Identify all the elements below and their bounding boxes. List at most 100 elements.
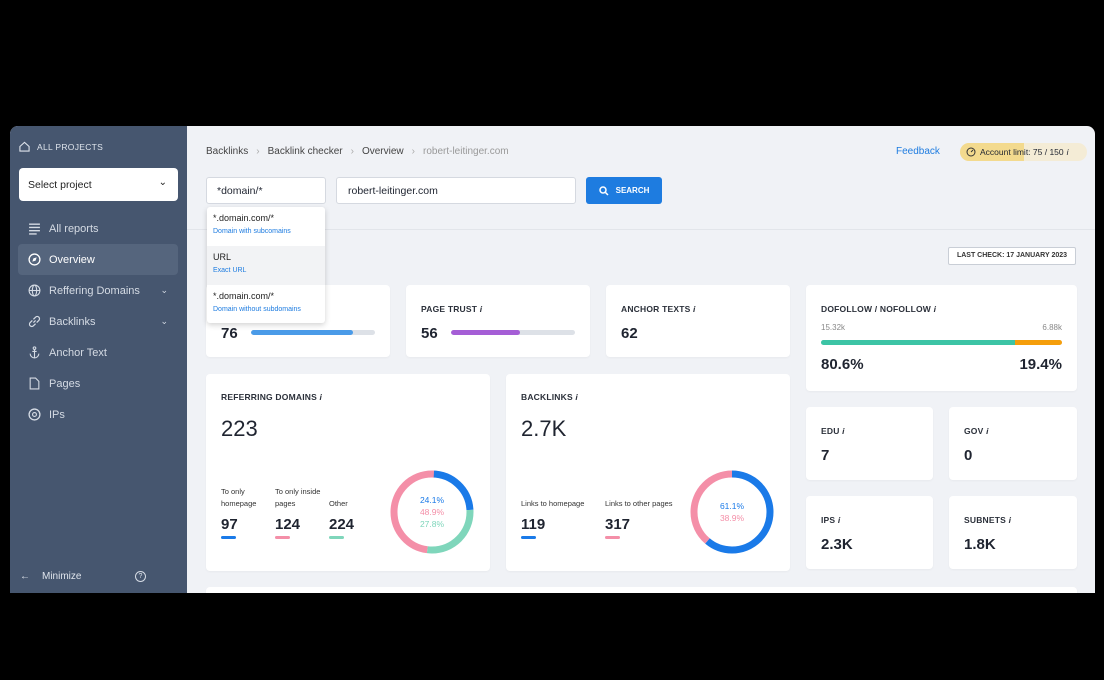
account-limit-badge[interactable]: Account limit: 75 / 150 i (960, 143, 1087, 161)
breadcrumb-current: robert-leitinger.com (423, 146, 509, 157)
info-icon[interactable]: i (693, 304, 696, 314)
edu-value: 7 (821, 447, 830, 464)
option-domain-with-subdomains[interactable]: *.domain.com/* Domain with subcomains (207, 207, 325, 246)
donut-label: 27.8% (419, 519, 445, 529)
info-icon[interactable]: i (320, 392, 323, 402)
edu-card: EDU i 7 (806, 407, 933, 480)
app-window: ALL PROJECTS Select project ⌄ All report… (10, 126, 1095, 593)
trust-bar (251, 330, 375, 335)
page-trust-label: PAGE TRUST (421, 304, 478, 314)
sidebar-item-label: Backlinks (49, 315, 96, 328)
search-icon (598, 185, 609, 196)
links-other-value: 317 (605, 516, 631, 533)
anchor-icon (29, 346, 40, 359)
info-icon[interactable]: i (1009, 515, 1012, 525)
sidebar-item-ips[interactable]: IPs (18, 399, 178, 430)
edu-label: EDU (821, 426, 840, 436)
search-button[interactable]: SEARCH (586, 177, 662, 204)
page-icon (29, 377, 40, 390)
chevron-right-icon: › (256, 146, 260, 157)
minimize-button[interactable]: ← Minimize (20, 571, 81, 582)
nofollow-pct: 19.4% (1019, 356, 1062, 373)
all-projects-label: ALL PROJECTS (37, 141, 104, 152)
referring-domains-card: REFERRING DOMAINS i 223 To only homepage… (206, 374, 490, 571)
breadcrumb-overview[interactable]: Overview (362, 146, 404, 157)
chevron-right-icon: › (350, 146, 354, 157)
donut-label: 24.1% (419, 495, 445, 505)
minimize-label: Minimize (42, 571, 82, 582)
account-limit-text: Account limit: 75 / 150 (980, 147, 1064, 157)
backlinks-value: 2.7K (521, 416, 567, 441)
sidebar-item-label: Anchor Text (49, 346, 107, 359)
chevron-down-icon: ⌄ (158, 177, 167, 188)
breadcrumb-backlinks[interactable]: Backlinks (206, 146, 248, 157)
breadcrumb-backlink-checker[interactable]: Backlink checker (268, 146, 343, 157)
home-icon (19, 141, 30, 152)
links-homepage-label: Links to homepage (521, 499, 585, 508)
help-icon[interactable]: ? (135, 571, 146, 582)
info-icon[interactable]: i (842, 426, 845, 436)
bottom-card (206, 587, 1077, 593)
dofollow-bar (821, 340, 1062, 345)
gov-label: GOV (964, 426, 984, 436)
info-icon[interactable]: i (986, 426, 989, 436)
search-button-label: SEARCH (615, 186, 650, 195)
sidebar-item-label: Overview (49, 253, 95, 266)
sidebar-item-label: All reports (49, 222, 99, 235)
nofollow-count: 6.88k (1042, 323, 1062, 332)
legend-swatch (275, 536, 290, 539)
info-icon[interactable]: i (838, 515, 841, 525)
sidebar-item-label: Reffering Domains (49, 284, 140, 297)
feedback-link[interactable]: Feedback (896, 146, 940, 157)
target-icon (28, 408, 41, 421)
page-trust-card: PAGE TRUST i 56 (406, 285, 590, 357)
search-mode-dropdown: *.domain.com/* Domain with subcomains URL… (207, 207, 325, 323)
option-title: URL (213, 252, 232, 262)
option-url[interactable]: URL Exact URL (207, 246, 325, 285)
anchor-texts-label: ANCHOR TEXTS (621, 304, 691, 314)
gov-value: 0 (964, 447, 973, 464)
sidebar-item-backlinks[interactable]: Backlinks ⌄ (18, 306, 178, 337)
sidebar-item-label: IPs (49, 408, 65, 421)
inside-pages-label: To only inside pages (275, 487, 321, 508)
sidebar-item-referring-domains[interactable]: Reffering Domains ⌄ (18, 275, 178, 306)
dofollow-count: 15.32k (821, 323, 846, 332)
search-mode-value: *domain/* (217, 185, 263, 197)
legend-swatch (605, 536, 620, 539)
option-domain-without-subdomains[interactable]: *.domain.com/* Domain without subdomains (207, 285, 325, 323)
chevron-right-icon: › (411, 146, 415, 157)
chevron-down-icon: ⌄ (160, 285, 168, 295)
dofollow-card: DOFOLLOW / NOFOLLOW i 15.32k 6.88k 80.6%… (806, 285, 1077, 391)
search-input[interactable]: robert-leitinger.com (336, 177, 576, 204)
sidebar-item-anchor-text[interactable]: Anchor Text (18, 337, 178, 368)
referring-domains-label: REFERRING DOMAINS (221, 392, 317, 402)
sidebar-item-all-reports[interactable]: All reports (18, 213, 178, 244)
info-icon[interactable]: i (480, 304, 483, 314)
info-icon[interactable]: i (934, 304, 937, 314)
other-label: Other (329, 499, 348, 508)
links-other-label: Links to other pages (605, 499, 673, 508)
dofollow-pct: 80.6% (821, 356, 864, 373)
option-desc: Exact URL (213, 267, 247, 274)
breadcrumb: Backlinks › Backlink checker › Overview › r… (206, 146, 509, 157)
sidebar-item-overview[interactable]: Overview (18, 244, 178, 275)
info-icon[interactable]: i (575, 392, 578, 402)
subnets-label: SUBNETS (964, 515, 1007, 525)
last-check-badge: LAST CHECK: 17 JANUARY 2023 (948, 247, 1076, 265)
anchor-texts-value: 62 (621, 325, 638, 342)
search-mode-select[interactable]: *domain/* (206, 177, 326, 204)
page-trust-bar (451, 330, 575, 335)
select-project-dropdown[interactable]: Select project ⌄ (19, 168, 178, 201)
globe-icon (28, 284, 41, 297)
legend-swatch (221, 536, 236, 539)
all-projects-link[interactable]: ALL PROJECTS (19, 141, 103, 152)
other-value: 224 (329, 516, 355, 533)
subnets-value: 1.8K (964, 536, 996, 553)
ips-value: 2.3K (821, 536, 853, 553)
backlinks-label: BACKLINKS (521, 392, 573, 402)
links-homepage-value: 119 (521, 516, 546, 533)
ips-card: IPS i 2.3K (806, 496, 933, 569)
sidebar-item-pages[interactable]: Pages (18, 368, 178, 399)
gauge-icon (966, 147, 976, 157)
link-icon (28, 315, 41, 328)
